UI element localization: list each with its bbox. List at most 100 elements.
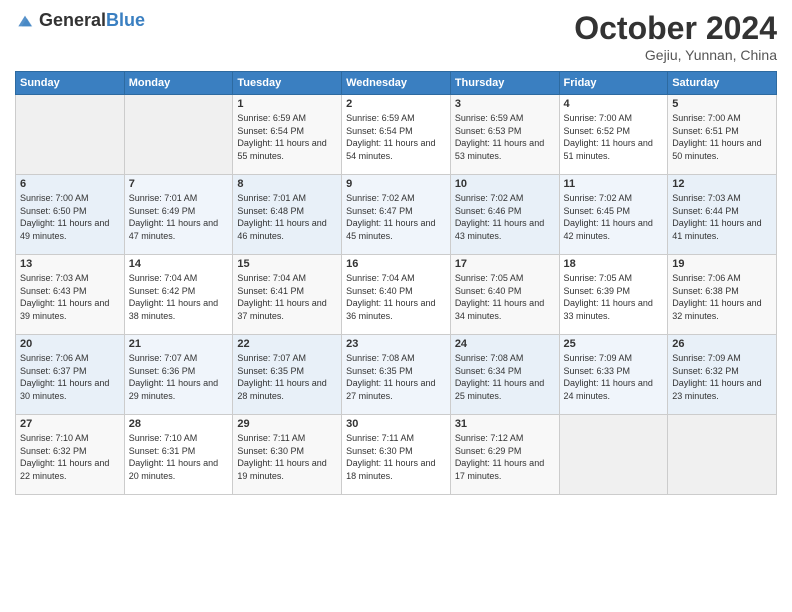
header-row: SundayMondayTuesdayWednesdayThursdayFrid… (16, 72, 777, 95)
day-number: 20 (20, 338, 120, 350)
cell-4-7: 26Sunrise: 7:09 AMSunset: 6:32 PMDayligh… (668, 335, 777, 415)
day-info: Sunrise: 7:03 AMSunset: 6:44 PMDaylight:… (672, 192, 772, 242)
day-info: Sunrise: 7:01 AMSunset: 6:49 PMDaylight:… (129, 192, 229, 242)
cell-1-1 (16, 95, 125, 175)
cell-5-5: 31 Sunrise: 7:12 AMSunset: 6:29 PMDayligh… (450, 415, 559, 495)
day-number: 21 (129, 338, 229, 350)
day-number: 2 (346, 98, 446, 110)
day-info: Sunrise: 7:09 AMSunset: 6:33 PMDaylight:… (564, 352, 664, 402)
cell-3-5: 17 Sunrise: 7:05 AMSunset: 6:40 PMDayligh… (450, 255, 559, 335)
week-row-2: 6 Sunrise: 7:00 AMSunset: 6:50 PMDaylight… (16, 175, 777, 255)
cell-5-4: 30 Sunrise: 7:11 AMSunset: 6:30 PMDayligh… (342, 415, 451, 495)
day-info: Sunrise: 7:05 AMSunset: 6:40 PMDaylight:… (455, 272, 555, 322)
cell-3-6: 18 Sunrise: 7:05 AMSunset: 6:39 PMDayligh… (559, 255, 668, 335)
day-info: Sunrise: 6:59 AMSunset: 6:54 PMDaylight:… (237, 112, 337, 162)
day-info: Sunrise: 7:10 AMSunset: 6:32 PMDaylight:… (20, 432, 120, 482)
cell-4-6: 25 Sunrise: 7:09 AMSunset: 6:33 PMDayligh… (559, 335, 668, 415)
header: GeneralBlue October 2024 Gejiu, Yunnan, … (15, 10, 777, 63)
col-header-saturday: Saturday (668, 72, 777, 95)
col-header-monday: Monday (124, 72, 233, 95)
day-info: Sunrise: 7:04 AMSunset: 6:42 PMDaylight:… (129, 272, 229, 322)
week-row-1: 1 Sunrise: 6:59 AMSunset: 6:54 PMDaylight… (16, 95, 777, 175)
cell-5-6 (559, 415, 668, 495)
day-info: Sunrise: 6:59 AMSunset: 6:53 PMDaylight:… (455, 112, 555, 162)
day-number: 8 (237, 178, 337, 190)
day-info: Sunrise: 7:04 AMSunset: 6:40 PMDaylight:… (346, 272, 446, 322)
col-header-sunday: Sunday (16, 72, 125, 95)
cell-3-7: 19 Sunrise: 7:06 AMSunset: 6:38 PMDayligh… (668, 255, 777, 335)
col-header-tuesday: Tuesday (233, 72, 342, 95)
day-info: Sunrise: 7:02 AMSunset: 6:45 PMDaylight:… (564, 192, 664, 242)
day-number: 18 (564, 258, 664, 270)
day-info: Sunrise: 7:11 AMSunset: 6:30 PMDaylight:… (237, 432, 337, 482)
logo: GeneralBlue (15, 10, 145, 31)
location: Gejiu, Yunnan, China (574, 47, 777, 63)
day-info: Sunrise: 7:06 AMSunset: 6:37 PMDaylight:… (20, 352, 120, 402)
cell-1-4: 2Sunrise: 6:59 AMSunset: 6:54 PMDaylight… (342, 95, 451, 175)
day-info: Sunrise: 7:05 AMSunset: 6:39 PMDaylight:… (564, 272, 664, 322)
day-number: 6 (20, 178, 120, 190)
day-info: Sunrise: 7:06 AMSunset: 6:38 PMDaylight:… (672, 272, 772, 322)
cell-2-6: 11 Sunrise: 7:02 AMSunset: 6:45 PMDayligh… (559, 175, 668, 255)
cell-2-7: 12Sunrise: 7:03 AMSunset: 6:44 PMDayligh… (668, 175, 777, 255)
cell-2-2: 7Sunrise: 7:01 AMSunset: 6:49 PMDaylight… (124, 175, 233, 255)
calendar-table: SundayMondayTuesdayWednesdayThursdayFrid… (15, 71, 777, 495)
day-info: Sunrise: 7:07 AMSunset: 6:35 PMDaylight:… (237, 352, 337, 402)
cell-1-3: 1 Sunrise: 6:59 AMSunset: 6:54 PMDaylight… (233, 95, 342, 175)
col-header-thursday: Thursday (450, 72, 559, 95)
day-number: 19 (672, 258, 772, 270)
day-number: 23 (346, 338, 446, 350)
month-title: October 2024 (574, 10, 777, 47)
day-number: 31 (455, 418, 555, 430)
day-number: 28 (129, 418, 229, 430)
day-number: 17 (455, 258, 555, 270)
day-info: Sunrise: 7:11 AMSunset: 6:30 PMDaylight:… (346, 432, 446, 482)
cell-5-3: 29 Sunrise: 7:11 AMSunset: 6:30 PMDayligh… (233, 415, 342, 495)
cell-4-2: 21Sunrise: 7:07 AMSunset: 6:36 PMDayligh… (124, 335, 233, 415)
cell-2-3: 8 Sunrise: 7:01 AMSunset: 6:48 PMDaylight… (233, 175, 342, 255)
day-number: 29 (237, 418, 337, 430)
day-number: 25 (564, 338, 664, 350)
week-row-4: 20 Sunrise: 7:06 AMSunset: 6:37 PMDayligh… (16, 335, 777, 415)
cell-3-2: 14 Sunrise: 7:04 AMSunset: 6:42 PMDayligh… (124, 255, 233, 335)
day-info: Sunrise: 7:04 AMSunset: 6:41 PMDaylight:… (237, 272, 337, 322)
day-info: Sunrise: 7:03 AMSunset: 6:43 PMDaylight:… (20, 272, 120, 322)
cell-5-7 (668, 415, 777, 495)
cell-4-3: 22 Sunrise: 7:07 AMSunset: 6:35 PMDayligh… (233, 335, 342, 415)
day-info: Sunrise: 7:00 AMSunset: 6:51 PMDaylight:… (672, 112, 772, 162)
cell-2-1: 6 Sunrise: 7:00 AMSunset: 6:50 PMDaylight… (16, 175, 125, 255)
cell-1-5: 3 Sunrise: 6:59 AMSunset: 6:53 PMDaylight… (450, 95, 559, 175)
day-number: 22 (237, 338, 337, 350)
day-number: 27 (20, 418, 120, 430)
cell-5-1: 27 Sunrise: 7:10 AMSunset: 6:32 PMDayligh… (16, 415, 125, 495)
cell-1-6: 4 Sunrise: 7:00 AMSunset: 6:52 PMDaylight… (559, 95, 668, 175)
cell-5-2: 28 Sunrise: 7:10 AMSunset: 6:31 PMDayligh… (124, 415, 233, 495)
day-number: 11 (564, 178, 664, 190)
col-header-friday: Friday (559, 72, 668, 95)
title-block: October 2024 Gejiu, Yunnan, China (574, 10, 777, 63)
day-number: 4 (564, 98, 664, 110)
day-number: 15 (237, 258, 337, 270)
week-row-3: 13Sunrise: 7:03 AMSunset: 6:43 PMDayligh… (16, 255, 777, 335)
day-info: Sunrise: 7:02 AMSunset: 6:46 PMDaylight:… (455, 192, 555, 242)
day-info: Sunrise: 7:02 AMSunset: 6:47 PMDaylight:… (346, 192, 446, 242)
day-number: 3 (455, 98, 555, 110)
day-number: 30 (346, 418, 446, 430)
cell-4-1: 20 Sunrise: 7:06 AMSunset: 6:37 PMDayligh… (16, 335, 125, 415)
day-info: Sunrise: 7:00 AMSunset: 6:50 PMDaylight:… (20, 192, 120, 242)
day-info: Sunrise: 7:10 AMSunset: 6:31 PMDaylight:… (129, 432, 229, 482)
day-number: 24 (455, 338, 555, 350)
cell-3-1: 13Sunrise: 7:03 AMSunset: 6:43 PMDayligh… (16, 255, 125, 335)
cell-1-2 (124, 95, 233, 175)
day-info: Sunrise: 7:01 AMSunset: 6:48 PMDaylight:… (237, 192, 337, 242)
calendar-page: GeneralBlue October 2024 Gejiu, Yunnan, … (0, 0, 792, 612)
day-number: 14 (129, 258, 229, 270)
cell-1-7: 5Sunrise: 7:00 AMSunset: 6:51 PMDaylight… (668, 95, 777, 175)
cell-2-5: 10Sunrise: 7:02 AMSunset: 6:46 PMDayligh… (450, 175, 559, 255)
day-info: Sunrise: 7:12 AMSunset: 6:29 PMDaylight:… (455, 432, 555, 482)
day-number: 1 (237, 98, 337, 110)
cell-3-4: 16Sunrise: 7:04 AMSunset: 6:40 PMDayligh… (342, 255, 451, 335)
day-info: Sunrise: 7:00 AMSunset: 6:52 PMDaylight:… (564, 112, 664, 162)
day-info: Sunrise: 7:08 AMSunset: 6:35 PMDaylight:… (346, 352, 446, 402)
day-info: Sunrise: 7:09 AMSunset: 6:32 PMDaylight:… (672, 352, 772, 402)
